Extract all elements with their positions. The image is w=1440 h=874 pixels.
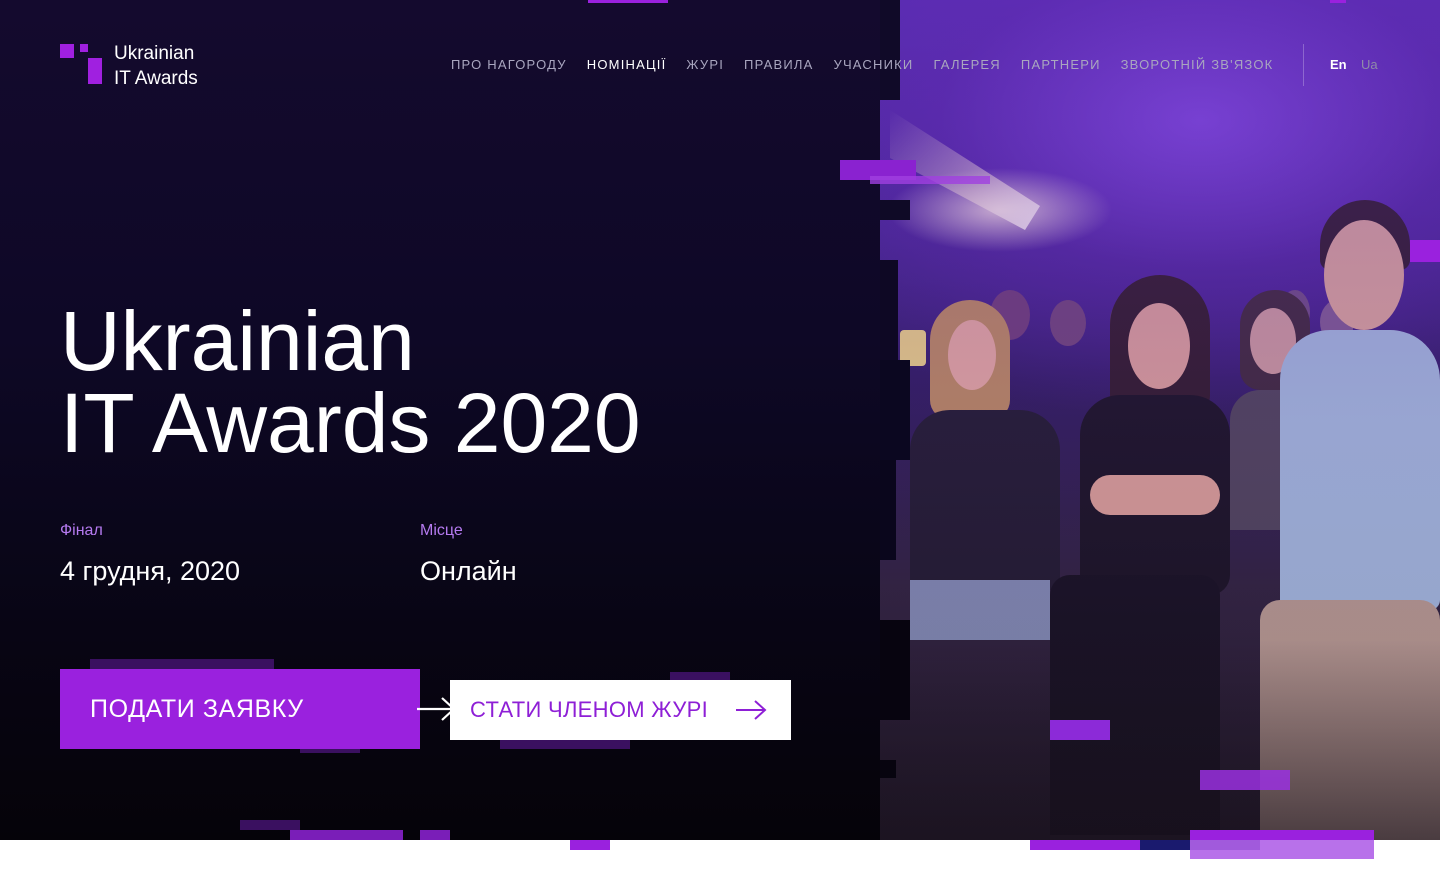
arrow-right-icon [736, 700, 767, 720]
nav-item-participants[interactable]: УЧАСНИКИ [833, 57, 913, 75]
logo-mark-piece [80, 44, 88, 52]
glitch-bar [1050, 720, 1110, 740]
glitch-edge [880, 200, 910, 220]
glitch-bar [90, 659, 274, 669]
glitch-edge [880, 620, 910, 720]
site-logo[interactable]: Ukrainian IT Awards [60, 41, 220, 91]
place-label: Місце [420, 522, 463, 539]
glitch-bar [1030, 840, 1140, 850]
title-line-2: IT Awards 2020 [60, 376, 641, 470]
glitch-bar [300, 749, 360, 753]
logo-text: Ukrainian IT Awards [114, 41, 198, 91]
lang-en[interactable]: En [1330, 57, 1347, 72]
glitch-bar [500, 740, 630, 749]
glitch-bar [1200, 770, 1290, 790]
logo-line-2: IT Awards [114, 68, 198, 89]
glitch-edge [880, 0, 900, 100]
glitch-edge [880, 260, 898, 360]
final-date: 4 грудня, 2020 [60, 556, 241, 586]
nav-divider [1303, 44, 1304, 86]
photo-tint [880, 0, 1440, 840]
glitch-bar [1190, 830, 1374, 840]
glitch-bar [670, 672, 730, 680]
apply-button-label: ПОДАТИ ЗАЯВКУ [90, 694, 304, 723]
logo-mark-icon [60, 44, 74, 58]
nav-item-partners[interactable]: ПАРТНЕРИ [1021, 57, 1101, 75]
main-nav: ПРО НАГОРОДУ НОМІНАЦІЇ ЖУРІ ПРАВИЛА УЧАС… [451, 57, 1293, 75]
glitch-edge [880, 460, 896, 560]
glitch-bar [240, 820, 300, 830]
nav-item-gallery[interactable]: ГАЛЕРЕЯ [933, 57, 1000, 75]
nav-item-jury[interactable]: ЖУРІ [686, 57, 724, 75]
lang-ua[interactable]: Ua [1361, 57, 1378, 72]
title-line-1: Ukrainian [60, 294, 415, 388]
glitch-bar [1330, 0, 1346, 3]
nav-item-rules[interactable]: ПРАВИЛА [744, 57, 813, 75]
place-value: Онлайн [420, 556, 517, 586]
nav-item-about[interactable]: ПРО НАГОРОДУ [451, 57, 567, 75]
become-jury-button[interactable]: СТАТИ ЧЛЕНОМ ЖУРІ [450, 680, 791, 740]
final-label: Фінал [60, 522, 103, 539]
page-title: Ukrainian IT Awards 2020 [60, 294, 641, 470]
glitch-bar [290, 830, 403, 840]
logo-mark-piece [88, 58, 102, 84]
glitch-bar [870, 176, 990, 184]
glitch-edge [880, 760, 896, 778]
hero-section: Ukrainian IT Awards ПРО НАГОРОДУ НОМІНАЦ… [0, 0, 1440, 840]
audience-photo [880, 0, 1440, 840]
apply-button[interactable]: ПОДАТИ ЗАЯВКУ [60, 669, 456, 749]
glitch-bar [570, 840, 610, 850]
glitch-bar [1410, 240, 1440, 262]
logo-line-1: Ukrainian [114, 43, 195, 64]
nav-item-nominations[interactable]: НОМІНАЦІЇ [587, 57, 667, 75]
glitch-bar [1190, 840, 1374, 859]
glitch-bar [420, 830, 450, 840]
nav-item-feedback[interactable]: ЗВОРОТНІЙ ЗВ'ЯЗОК [1121, 57, 1274, 75]
become-jury-button-label: СТАТИ ЧЛЕНОМ ЖУРІ [470, 697, 709, 722]
glitch-bar [588, 0, 668, 3]
glitch-edge [880, 360, 910, 460]
